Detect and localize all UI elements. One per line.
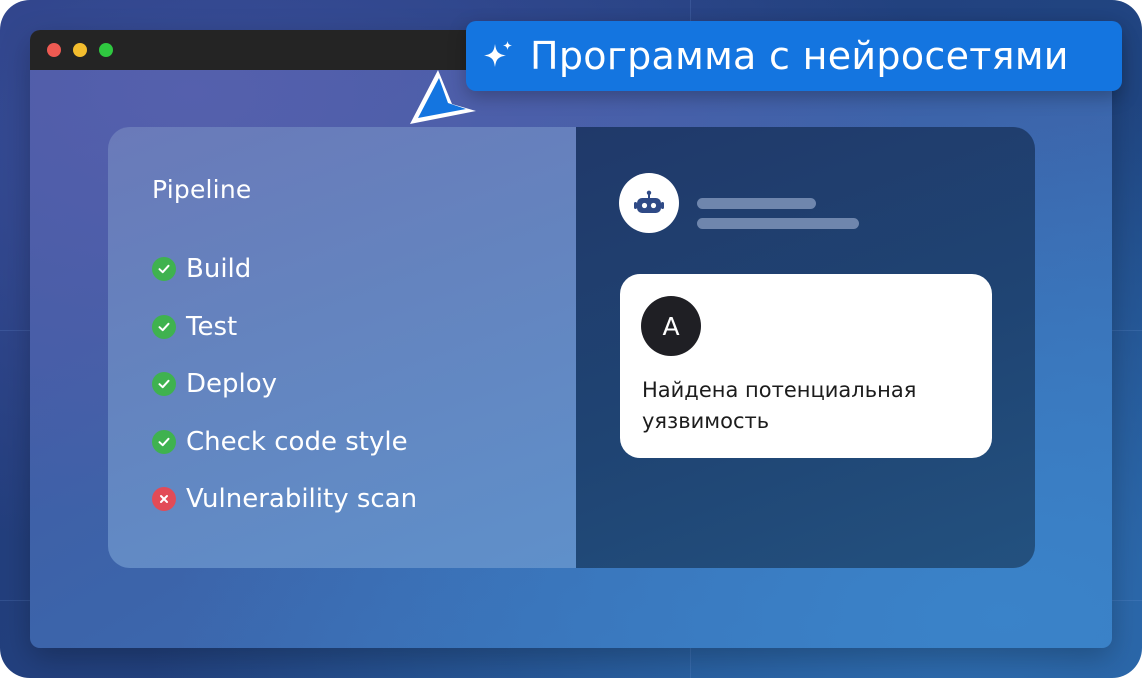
pipeline-step-vulnerability-scan[interactable]: Vulnerability scan bbox=[152, 482, 417, 516]
x-circle-icon bbox=[152, 487, 176, 511]
pipeline-step-label: Vulnerability scan bbox=[186, 484, 418, 514]
pipeline-step-check-code-style[interactable]: Check code style bbox=[152, 425, 408, 459]
skeleton-line bbox=[697, 218, 859, 229]
message-card: A Найдена потенциальная уязвимость bbox=[620, 274, 992, 458]
check-circle-icon bbox=[152, 430, 176, 454]
close-window-button[interactable] bbox=[47, 43, 61, 57]
zoom-window-button[interactable] bbox=[99, 43, 113, 57]
ai-program-badge: Программа с нейросетями bbox=[466, 21, 1122, 91]
pipeline-step-label: Check code style bbox=[186, 427, 408, 457]
message-text: Найдена потенциальная уязвимость bbox=[642, 378, 917, 433]
background: Pipeline Build Test Deploy Check code st… bbox=[0, 0, 1142, 678]
pipeline-step-test[interactable]: Test bbox=[152, 310, 237, 344]
pipeline-title: Pipeline bbox=[152, 175, 252, 204]
pipeline-panel: Pipeline Build Test Deploy Check code st… bbox=[108, 127, 576, 568]
assistant-panel: A Найдена потенциальная уязвимость bbox=[576, 127, 1035, 568]
sparkle-icon bbox=[484, 41, 512, 67]
check-circle-icon bbox=[152, 257, 176, 281]
pipeline-step-label: Build bbox=[186, 254, 252, 284]
skeleton-line bbox=[697, 198, 816, 209]
pipeline-step-deploy[interactable]: Deploy bbox=[152, 367, 277, 401]
avatar: A bbox=[641, 296, 701, 356]
content-card: Pipeline Build Test Deploy Check code st… bbox=[108, 127, 1035, 568]
check-circle-icon bbox=[152, 372, 176, 396]
check-circle-icon bbox=[152, 315, 176, 339]
robot-icon bbox=[619, 173, 679, 233]
pipeline-step-label: Test bbox=[186, 312, 238, 342]
pipeline-step-label: Deploy bbox=[186, 369, 278, 399]
badge-text: Программа с нейросетями bbox=[530, 34, 1069, 78]
pipeline-step-build[interactable]: Build bbox=[152, 252, 251, 286]
minimize-window-button[interactable] bbox=[73, 43, 87, 57]
